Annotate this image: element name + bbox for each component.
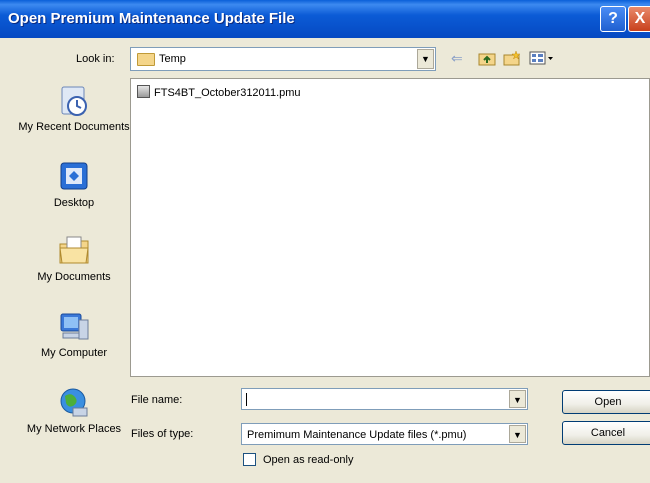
up-folder-icon[interactable]: [478, 50, 496, 66]
cancel-button[interactable]: Cancel: [562, 421, 650, 445]
network-places-icon: [57, 386, 91, 420]
look-in-dropdown[interactable]: Temp ▼: [130, 47, 436, 71]
text-caret: [246, 393, 247, 406]
place-label: My Network Places: [26, 423, 122, 435]
open-file-dialog: Open Premium Maintenance Update File ? X…: [0, 0, 650, 483]
read-only-checkbox[interactable]: [243, 453, 256, 466]
place-label: My Recent Documents: [18, 121, 130, 133]
file-item[interactable]: FTS4BT_October312011.pmu: [137, 85, 301, 99]
place-desktop[interactable]: Desktop: [18, 160, 130, 210]
chevron-down-icon[interactable]: ▼: [509, 425, 526, 443]
place-my-documents[interactable]: My Documents: [18, 234, 130, 284]
my-computer-icon: [57, 310, 91, 344]
look-in-value: Temp: [159, 53, 186, 65]
file-name-label: File name:: [131, 394, 183, 406]
open-button[interactable]: Open: [562, 390, 650, 414]
back-arrow-icon[interactable]: ⇐: [451, 50, 463, 66]
close-button[interactable]: X: [628, 6, 650, 32]
desktop-icon: [57, 160, 91, 194]
file-name-input[interactable]: ▼: [241, 388, 528, 410]
views-menu-icon[interactable]: [529, 50, 555, 66]
window-title: Open Premium Maintenance Update File: [8, 10, 295, 27]
files-of-type-label: Files of type:: [131, 428, 194, 440]
places-bar: My Recent Documents Desktop My Documents…: [18, 74, 130, 476]
place-label: Desktop: [53, 197, 95, 209]
place-label: My Documents: [37, 271, 111, 283]
folder-icon: [137, 53, 155, 66]
file-name: FTS4BT_October312011.pmu: [154, 87, 301, 99]
my-documents-icon: [57, 234, 91, 268]
chevron-down-icon[interactable]: ▼: [509, 390, 526, 408]
look-in-label: Look in:: [76, 53, 115, 65]
files-of-type-value: Premimum Maintenance Update files (*.pmu…: [247, 429, 467, 441]
file-list[interactable]: FTS4BT_October312011.pmu: [130, 78, 650, 377]
place-label: My Computer: [40, 347, 108, 359]
file-icon: [137, 85, 150, 98]
help-button[interactable]: ?: [600, 6, 626, 32]
new-folder-icon[interactable]: [503, 50, 521, 66]
files-of-type-dropdown[interactable]: Premimum Maintenance Update files (*.pmu…: [241, 423, 528, 445]
place-my-computer[interactable]: My Computer: [18, 310, 130, 360]
place-my-recent-documents[interactable]: My Recent Documents: [18, 84, 130, 134]
recent-documents-icon: [57, 84, 91, 118]
read-only-label: Open as read-only: [263, 454, 354, 466]
chevron-down-icon[interactable]: ▼: [417, 49, 434, 69]
title-bar[interactable]: Open Premium Maintenance Update File ? X: [0, 0, 650, 38]
place-my-network-places[interactable]: My Network Places: [18, 386, 130, 436]
